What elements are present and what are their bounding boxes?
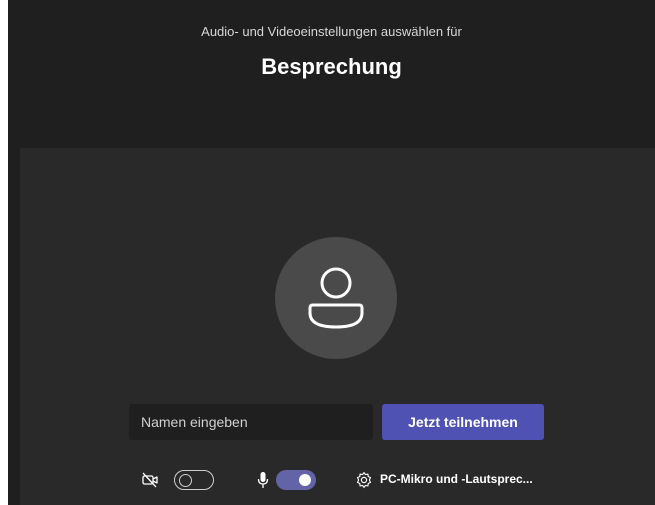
device-settings-label[interactable]: PC-Mikro und -Lautsprec...	[380, 472, 533, 486]
microphone-toggle[interactable]	[276, 470, 316, 490]
microphone-toggle-knob	[299, 474, 311, 486]
device-controls: PC-Mikro und -Lautsprec...	[20, 462, 655, 498]
person-icon	[308, 267, 364, 329]
video-preview: Jetzt teilnehmen	[20, 148, 655, 505]
name-input[interactable]	[129, 404, 373, 440]
gear-icon[interactable]	[355, 471, 373, 494]
camera-toggle[interactable]	[174, 470, 214, 490]
camera-toggle-knob	[179, 473, 192, 487]
avatar	[275, 237, 397, 359]
header: Audio- und Videoeinstellungen auswählen …	[8, 0, 655, 148]
teams-prejoin-window: Audio- und Videoeinstellungen auswählen …	[8, 0, 655, 505]
page-title: Besprechung	[261, 54, 402, 79]
microphone-icon[interactable]	[256, 470, 270, 495]
page-subtitle: Audio- und Videoeinstellungen auswählen …	[201, 24, 462, 39]
join-now-button[interactable]: Jetzt teilnehmen	[382, 404, 544, 440]
camera-off-icon[interactable]	[141, 471, 159, 494]
